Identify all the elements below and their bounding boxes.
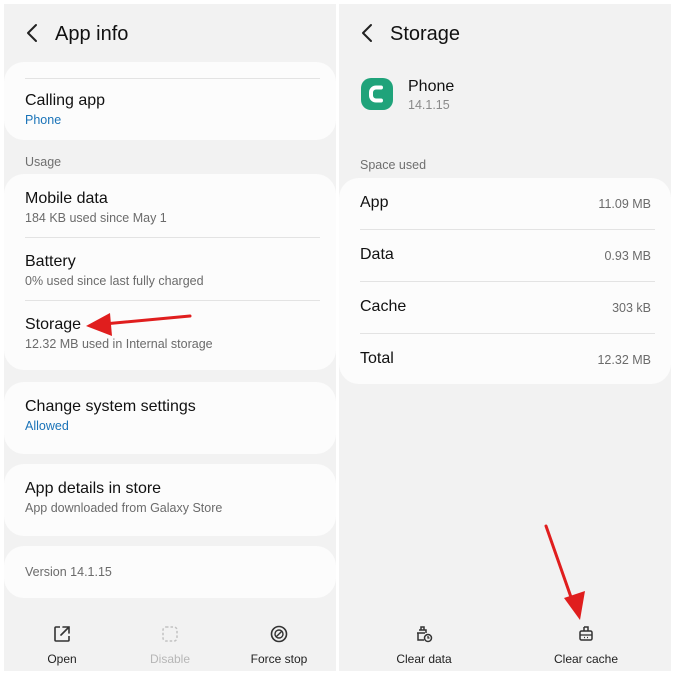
change-settings-card: Change system settings Allowed xyxy=(4,382,336,454)
back-arrow-icon[interactable] xyxy=(22,22,44,44)
page-title: Storage xyxy=(390,23,461,45)
phone-handset-icon xyxy=(369,85,383,103)
mobile-data-item[interactable]: Mobile data 184 KB used since May 1 xyxy=(25,190,320,225)
divider xyxy=(25,237,320,238)
divider xyxy=(360,333,655,334)
storage-row-cache: Cache 303 kB xyxy=(360,298,651,318)
open-label: Open xyxy=(47,652,77,666)
back-arrow-icon[interactable] xyxy=(357,22,379,44)
space-used-card: App 11.09 MB Data 0.93 MB Cache 303 kB T… xyxy=(339,178,671,384)
battery-sub: 0% used since last fully charged xyxy=(25,274,204,288)
page-title: App info xyxy=(55,23,129,45)
storage-row-total: Total 12.32 MB xyxy=(360,350,651,370)
space-used-section-header: Space used xyxy=(360,158,427,172)
change-system-settings-item[interactable]: Change system settings Allowed xyxy=(25,398,320,433)
storage-header: Storage xyxy=(339,4,671,62)
clear-data-button[interactable]: Clear data xyxy=(388,624,460,666)
version-card: Version 14.1.15 xyxy=(4,546,336,598)
app-details-label: App details in store xyxy=(25,480,162,497)
storage-item[interactable]: Storage 12.32 MB used in Internal storag… xyxy=(25,316,320,351)
battery-label: Battery xyxy=(25,253,76,270)
usage-section-header: Usage xyxy=(25,155,62,169)
open-button[interactable]: Open xyxy=(32,624,92,666)
app-info-card-top: Calling app Phone xyxy=(4,62,336,140)
storage-row-label: Cache xyxy=(360,298,407,315)
force-stop-icon xyxy=(270,625,288,643)
force-stop-label: Force stop xyxy=(250,652,308,666)
app-details-item[interactable]: App details in store App downloaded from… xyxy=(25,480,320,515)
force-stop-button[interactable]: Force stop xyxy=(244,624,314,666)
divider xyxy=(360,229,655,230)
clear-cache-icon xyxy=(579,626,593,641)
mobile-data-label: Mobile data xyxy=(25,190,108,207)
app-details-sub: App downloaded from Galaxy Store xyxy=(25,501,223,515)
disable-button[interactable]: Disable xyxy=(139,624,201,666)
change-system-settings-value: Allowed xyxy=(25,419,69,433)
calling-app-label: Calling app xyxy=(25,92,106,109)
divider xyxy=(360,281,655,282)
app-info-header: App info xyxy=(4,4,336,62)
disable-icon xyxy=(162,626,178,642)
usage-card: Mobile data 184 KB used since May 1 Batt… xyxy=(4,174,336,370)
clear-data-icon xyxy=(417,626,433,643)
storage-row-label: App xyxy=(360,194,389,211)
app-details-card: App details in store App downloaded from… xyxy=(4,464,336,536)
version-text: Version 14.1.15 xyxy=(25,565,112,579)
calling-app-value: Phone xyxy=(25,113,62,127)
storage-row-value: 0.93 MB xyxy=(604,249,651,263)
storage-row-label: Total xyxy=(360,350,394,367)
change-system-settings-label: Change system settings xyxy=(25,398,196,415)
app-info-screen: App info Calling app Phone Usage Mobile … xyxy=(4,4,336,671)
storage-row-value: 11.09 MB xyxy=(598,197,651,211)
divider xyxy=(25,78,320,79)
calling-app-item[interactable]: Calling app Phone xyxy=(25,92,320,127)
storage-row-app: App 11.09 MB xyxy=(360,194,651,214)
storage-label: Storage xyxy=(25,316,82,333)
battery-item[interactable]: Battery 0% used since last fully charged xyxy=(25,253,320,288)
storage-row-label: Data xyxy=(360,246,394,263)
clear-cache-button[interactable]: Clear cache xyxy=(546,624,626,666)
app-name: Phone xyxy=(408,78,455,95)
mobile-data-sub: 184 KB used since May 1 xyxy=(25,211,167,225)
storage-screen: Storage Phone 14.1.15 Space used App 11.… xyxy=(339,4,671,671)
clear-data-label: Clear data xyxy=(396,652,452,666)
disable-label: Disable xyxy=(149,652,191,666)
storage-row-data: Data 0.93 MB xyxy=(360,246,651,266)
phone-app-icon xyxy=(361,78,393,110)
storage-row-value: 303 kB xyxy=(612,301,651,315)
divider xyxy=(25,300,320,301)
clear-cache-label: Clear cache xyxy=(553,652,619,666)
storage-row-value: 12.32 MB xyxy=(597,353,651,367)
storage-sub: 12.32 MB used in Internal storage xyxy=(25,337,213,351)
open-external-icon xyxy=(54,626,70,642)
app-version: 14.1.15 xyxy=(408,98,450,112)
